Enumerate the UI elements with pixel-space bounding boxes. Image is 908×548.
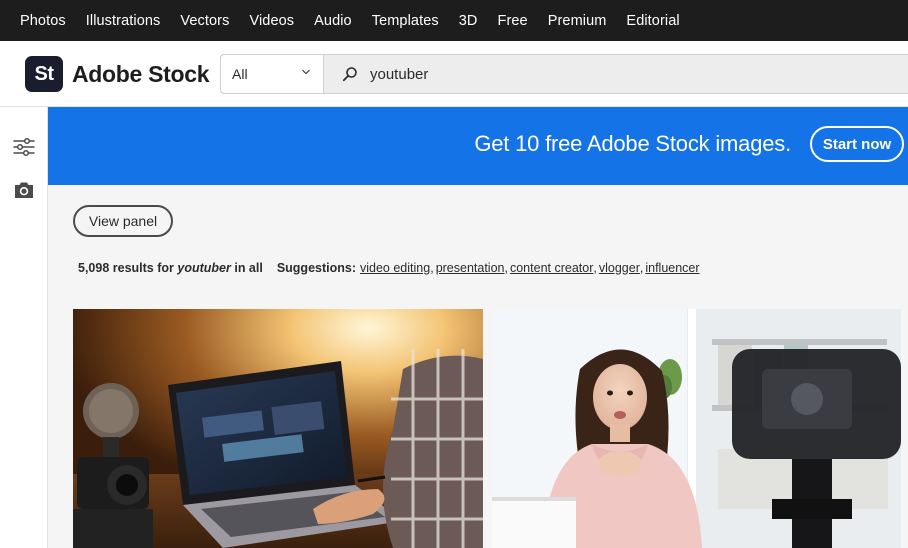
suggestions-label: Suggestions: — [276, 261, 356, 275]
topnav-free[interactable]: Free — [497, 13, 527, 29]
banner-text: Get 10 free Adobe Stock images. — [474, 131, 791, 156]
search-filter-dropdown[interactable]: All — [221, 55, 324, 93]
view-panel-button[interactable]: View panel — [73, 205, 173, 237]
logo-mark: St — [25, 56, 63, 92]
header: St Adobe Stock All — [0, 41, 908, 107]
suggestion-separator: , — [430, 261, 434, 275]
search-bar: All — [220, 54, 908, 94]
topnav-photos[interactable]: Photos — [20, 13, 66, 29]
results-count: 5,098 results for — [78, 261, 174, 275]
left-rail — [0, 107, 48, 548]
suggestion-video-editing[interactable]: video editing — [360, 261, 430, 275]
topnav-illustrations[interactable]: Illustrations — [86, 13, 161, 29]
suggestion-content-creator[interactable]: content creator — [510, 261, 593, 275]
result-image-woman-vlogger-art — [492, 309, 901, 548]
promo-banner: Get 10 free Adobe Stock images. Start no… — [48, 107, 908, 185]
search-filter-value: All — [232, 66, 248, 82]
topnav-editorial[interactable]: Editorial — [626, 13, 679, 29]
start-now-button[interactable]: Start now — [810, 126, 904, 162]
topnav-premium[interactable]: Premium — [548, 13, 607, 29]
suggestion-separator: , — [504, 261, 508, 275]
suggestion-separator: , — [593, 261, 597, 275]
chevron-down-icon — [302, 69, 310, 75]
results-scope: in all — [234, 261, 263, 275]
topnav-templates[interactable]: Templates — [372, 13, 439, 29]
suggestion-presentation[interactable]: presentation — [436, 261, 505, 275]
search-field[interactable] — [324, 55, 908, 93]
search-icon[interactable] — [342, 66, 358, 82]
results-query: youtuber — [177, 261, 231, 275]
adobe-stock-logo[interactable]: St Adobe Stock — [25, 56, 210, 92]
suggestion-influencer[interactable]: influencer — [645, 261, 699, 275]
suggestion-separator: , — [639, 261, 644, 275]
topnav-vectors[interactable]: Vectors — [180, 13, 229, 29]
result-image-laptop-editing-art — [73, 309, 483, 548]
filter-sliders-icon[interactable] — [12, 135, 36, 159]
topnav-3d[interactable]: 3D — [459, 13, 478, 29]
topnav-videos[interactable]: Videos — [249, 13, 294, 29]
results-summary: 5,098 results for youtuber in all Sugges… — [78, 261, 700, 275]
search-input[interactable] — [370, 65, 770, 83]
topnav-audio[interactable]: Audio — [314, 13, 352, 29]
suggestion-vlogger[interactable]: vlogger — [599, 261, 640, 275]
camera-icon[interactable] — [12, 178, 36, 202]
result-image-laptop-editing[interactable] — [73, 309, 483, 548]
top-nav: Photos Illustrations Vectors Videos Audi… — [0, 0, 908, 41]
result-image-woman-vlogger[interactable] — [492, 309, 901, 548]
logo-text: Adobe Stock — [72, 60, 210, 87]
